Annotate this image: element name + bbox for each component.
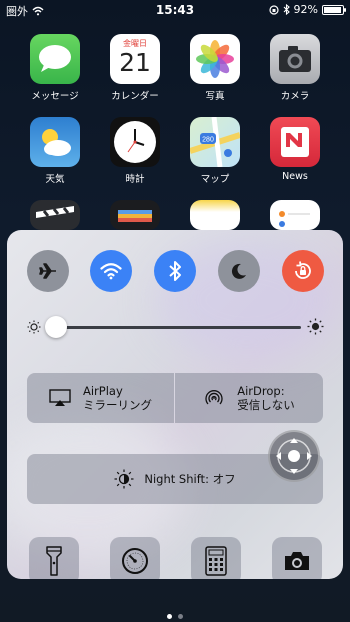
page-indicator (0, 614, 350, 619)
app-weather[interactable]: 天気 (27, 117, 83, 185)
maps-icon: 280 (190, 117, 240, 167)
timer-button[interactable] (110, 537, 160, 579)
assistive-touch-button[interactable] (268, 430, 320, 482)
night-shift-label: Night Shift: オフ (144, 472, 236, 486)
airplane-icon (39, 263, 56, 279)
app-label: マップ (200, 174, 230, 185)
app-news[interactable]: News (267, 117, 323, 182)
bluetooth-toggle[interactable] (154, 250, 196, 292)
app-label: 時計 (125, 174, 145, 185)
rotation-lock-toggle[interactable] (282, 250, 324, 292)
app-reminders[interactable] (267, 200, 323, 230)
status-right: 92% (268, 3, 346, 16)
airdrop-title: AirDrop: (237, 384, 285, 398)
clock-icon (110, 117, 160, 167)
wallet-icon (110, 200, 160, 230)
do-not-disturb-toggle[interactable] (218, 250, 260, 292)
airdrop-button[interactable]: AirDrop: 受信しない (175, 373, 323, 423)
battery-percent: 92% (293, 3, 318, 16)
app-calendar[interactable]: 金曜日 21 カレンダー (107, 34, 163, 102)
camera-button[interactable] (272, 537, 322, 579)
camera-icon (270, 34, 320, 84)
brightness-slider-track[interactable] (57, 326, 301, 329)
app-label: カレンダー (111, 91, 159, 102)
app-label: 写真 (205, 91, 225, 102)
airplay-button[interactable]: AirPlay ミラーリング (27, 373, 174, 423)
photos-icon (190, 34, 240, 84)
reminders-icon (270, 200, 320, 230)
control-center: AirPlay ミラーリング AirDrop: 受信しない Night Shif… (7, 230, 343, 579)
moon-icon (231, 263, 246, 279)
page-dot (178, 614, 183, 619)
airplay-subtitle: ミラーリング (83, 398, 152, 412)
night-shift-icon (114, 469, 134, 489)
app-clock[interactable]: 時計 (107, 117, 163, 185)
calendar-icon: 金曜日 21 (110, 34, 160, 84)
app-label: 天気 (45, 174, 65, 185)
airplay-icon (49, 389, 71, 406)
brightness-slider-thumb[interactable] (45, 316, 67, 338)
airdrop-icon (205, 390, 223, 405)
news-icon (270, 117, 320, 167)
app-messages[interactable]: メッセージ (27, 34, 83, 102)
app-label: カメラ (280, 91, 310, 102)
maps-route-label: 280 (202, 137, 214, 144)
brightness-low-icon (27, 320, 41, 334)
clapper-icon (30, 200, 80, 230)
calculator-icon (205, 546, 227, 576)
bluetooth-icon (169, 261, 181, 281)
app-videos[interactable] (27, 200, 83, 230)
camera-icon (285, 552, 309, 570)
flashlight-icon (46, 546, 62, 576)
app-photos[interactable]: 写真 (187, 34, 243, 102)
app-label: News (282, 171, 308, 182)
app-label: メッセージ (31, 91, 79, 102)
app-wallet[interactable] (107, 200, 163, 230)
brightness-high-icon (307, 318, 324, 335)
battery-level (324, 6, 341, 13)
airdrop-subtitle: 受信しない (237, 398, 295, 412)
status-bar: 圏外 15:43 92% (0, 0, 350, 20)
calendar-day: 21 (119, 48, 151, 77)
messages-icon (30, 34, 80, 84)
battery-icon (322, 4, 346, 15)
wifi-icon (100, 263, 122, 280)
wifi-toggle[interactable] (90, 250, 132, 292)
app-maps[interactable]: 280 マップ (187, 117, 243, 185)
airplay-title: AirPlay (83, 384, 123, 398)
app-notes[interactable] (187, 200, 243, 230)
app-camera[interactable]: カメラ (267, 34, 323, 102)
page-dot-active (167, 614, 172, 619)
weather-icon (30, 117, 80, 167)
airplane-mode-toggle[interactable] (27, 250, 69, 292)
calculator-button[interactable] (191, 537, 241, 579)
dpad-icon (276, 438, 312, 474)
flashlight-button[interactable] (29, 537, 79, 579)
rotation-lock-status-icon (268, 4, 279, 15)
bluetooth-status-icon (283, 4, 290, 15)
rotation-lock-icon (295, 261, 311, 279)
timer-icon (122, 548, 148, 574)
notes-icon (190, 200, 240, 230)
